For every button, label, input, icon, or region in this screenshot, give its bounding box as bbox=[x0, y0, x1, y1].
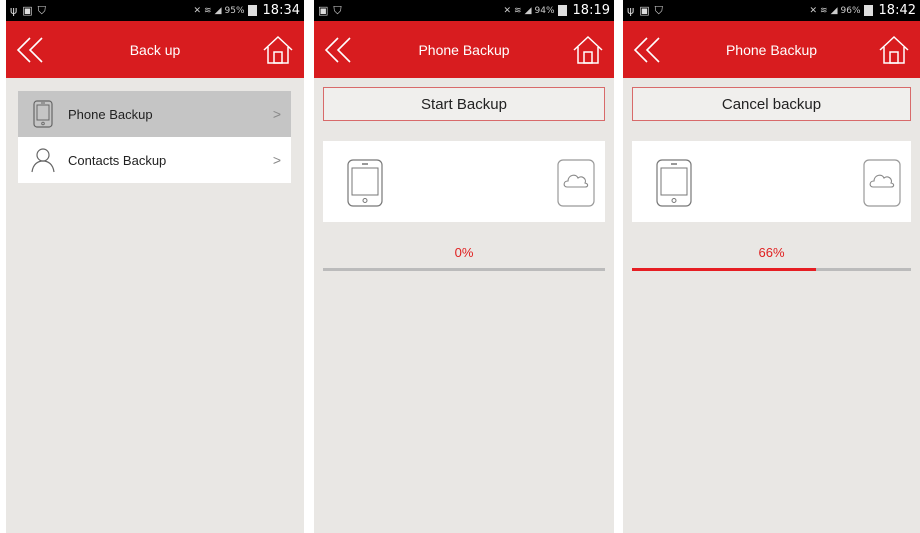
contacts-backup-item[interactable]: Contacts Backup > bbox=[18, 137, 291, 183]
progress-bar bbox=[323, 268, 605, 271]
battery-icon bbox=[863, 5, 873, 16]
clock: 18:19 bbox=[572, 3, 610, 18]
wifi-icon: ≋ bbox=[204, 5, 212, 16]
briefcase-icon: ⛉ bbox=[333, 3, 342, 17]
signal-icon: ◢ bbox=[524, 5, 532, 16]
cloud-icon bbox=[863, 159, 901, 207]
clock: 18:34 bbox=[262, 3, 300, 18]
progress-fill bbox=[632, 268, 817, 271]
phone-icon bbox=[347, 159, 383, 207]
battery-icon bbox=[557, 5, 567, 16]
phone-icon bbox=[656, 159, 692, 207]
home-icon[interactable] bbox=[572, 34, 604, 66]
usb-icon: ψ bbox=[627, 4, 635, 17]
mute-icon: ✕ bbox=[809, 5, 818, 16]
mute-icon: ✕ bbox=[193, 5, 202, 16]
backup-options-list: Phone Backup > Contacts Backup > bbox=[18, 91, 291, 183]
status-bar: ψ ▣ ⛉ ✕ ≋ ◢ 95% 18:34 bbox=[6, 0, 304, 21]
phone-backup-label: Phone Backup bbox=[68, 106, 153, 122]
cloud-icon bbox=[557, 159, 595, 207]
back-icon[interactable] bbox=[16, 36, 46, 64]
app-bar: Phone Backup bbox=[314, 21, 614, 78]
progress-bar bbox=[632, 268, 911, 271]
cancel-backup-button[interactable]: Cancel backup bbox=[632, 87, 911, 121]
mute-icon: ✕ bbox=[503, 5, 512, 16]
briefcase-icon: ⛉ bbox=[654, 3, 663, 17]
battery-percent: 96% bbox=[840, 5, 861, 16]
start-backup-button[interactable]: Start Backup bbox=[323, 87, 605, 121]
battery-percent: 95% bbox=[224, 5, 245, 16]
phone-backup-screen-running: ψ ▣ ⛉ ✕ ≋ ◢ 96% 18:42 Phone Backup Cance… bbox=[623, 0, 920, 533]
usb-icon: ψ bbox=[10, 4, 18, 17]
wifi-icon: ≋ bbox=[514, 5, 522, 16]
phone-icon bbox=[33, 100, 53, 128]
page-title: Phone Backup bbox=[725, 41, 818, 58]
progress-percent: 66% bbox=[758, 245, 785, 260]
chevron-right-icon: > bbox=[272, 152, 281, 168]
home-icon[interactable] bbox=[878, 34, 910, 66]
home-icon[interactable] bbox=[262, 34, 294, 66]
transfer-panel bbox=[632, 141, 911, 222]
back-icon[interactable] bbox=[324, 36, 354, 64]
status-bar: ψ ▣ ⛉ ✕ ≋ ◢ 96% 18:42 bbox=[623, 0, 920, 21]
back-icon[interactable] bbox=[633, 36, 663, 64]
chevron-right-icon: > bbox=[272, 106, 281, 122]
transfer-panel bbox=[323, 141, 605, 222]
battery-icon bbox=[247, 5, 257, 16]
person-icon bbox=[31, 148, 55, 173]
signal-icon: ◢ bbox=[214, 5, 222, 16]
page-title: Back up bbox=[129, 41, 181, 58]
phone-backup-item[interactable]: Phone Backup > bbox=[18, 91, 291, 137]
page-title: Phone Backup bbox=[418, 41, 510, 58]
backup-screen: ψ ▣ ⛉ ✕ ≋ ◢ 95% 18:34 Back up Phone Back… bbox=[6, 0, 304, 533]
image-icon: ▣ bbox=[22, 4, 33, 17]
phone-backup-screen-idle: ▣ ⛉ ✕ ≋ ◢ 94% 18:19 Phone Backup Start B… bbox=[314, 0, 614, 533]
status-bar: ▣ ⛉ ✕ ≋ ◢ 94% 18:19 bbox=[314, 0, 614, 21]
wifi-icon: ≋ bbox=[820, 5, 828, 16]
clock: 18:42 bbox=[878, 3, 916, 18]
battery-percent: 94% bbox=[534, 5, 555, 16]
image-icon: ▣ bbox=[639, 4, 650, 17]
image-icon: ▣ bbox=[318, 4, 329, 17]
app-bar: Phone Backup bbox=[623, 21, 920, 78]
app-bar: Back up bbox=[6, 21, 304, 78]
contacts-backup-label: Contacts Backup bbox=[68, 152, 167, 168]
signal-icon: ◢ bbox=[830, 5, 838, 16]
briefcase-icon: ⛉ bbox=[37, 3, 46, 17]
progress-percent: 0% bbox=[454, 245, 474, 260]
